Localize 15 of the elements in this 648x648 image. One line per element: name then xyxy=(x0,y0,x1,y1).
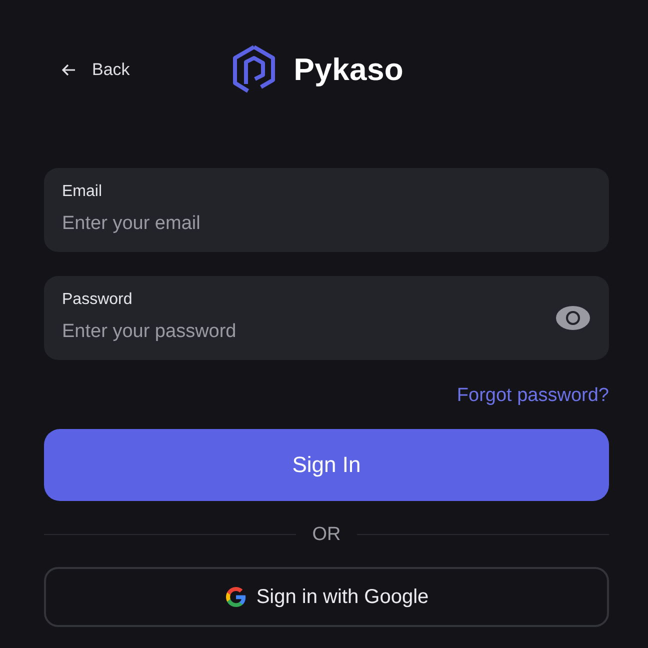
google-icon xyxy=(224,585,248,609)
field-label: Password xyxy=(62,290,132,310)
forgot-password-link[interactable]: Forgot password? xyxy=(456,382,609,410)
eye-icon[interactable] xyxy=(555,305,591,331)
email-field[interactable]: Email Enter your email xyxy=(44,168,609,252)
divider-text: OR xyxy=(312,522,341,546)
sign-in-button[interactable]: Sign In xyxy=(44,428,609,500)
arrow-left-icon xyxy=(62,64,76,76)
password-input[interactable]: Enter your password xyxy=(62,318,555,346)
password-field[interactable]: Password Enter your password xyxy=(44,276,609,360)
brand-name: Pykaso xyxy=(294,50,404,89)
back-link[interactable]: Back xyxy=(62,57,130,83)
email-input[interactable]: Enter your email xyxy=(62,210,591,238)
google-sign-in-button[interactable]: Sign in with Google xyxy=(44,567,609,627)
field-label: Email xyxy=(62,182,102,202)
